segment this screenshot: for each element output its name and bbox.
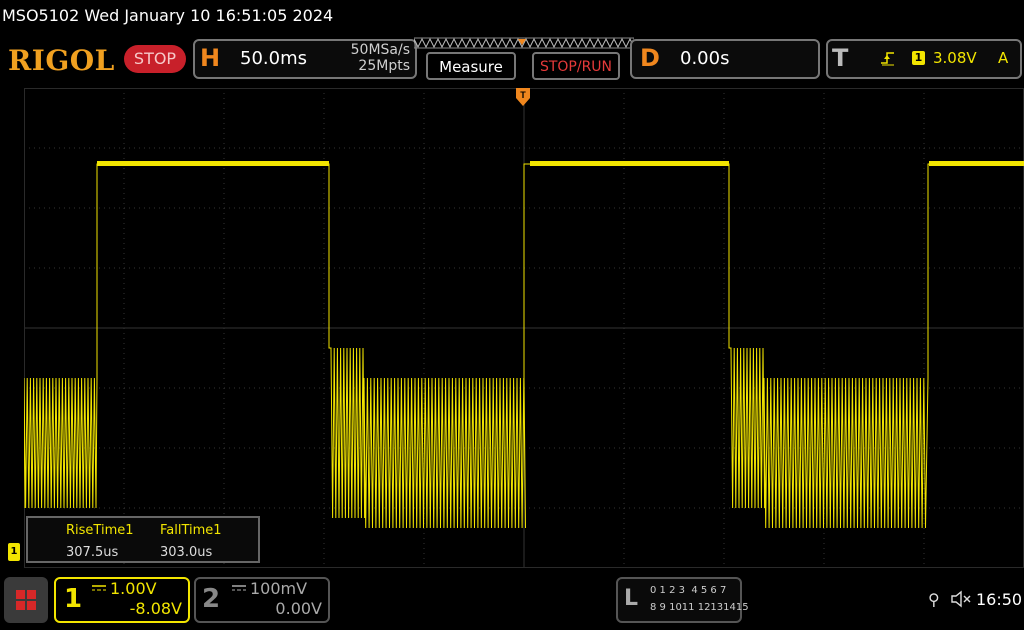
digital-channels-row-2: 8 9 1011 12131415 — [650, 602, 749, 613]
rise-time-label: RiseTime1 — [66, 523, 134, 538]
device-title: MSO5102 Wed January 10 16:51:05 2024 — [2, 6, 334, 25]
rising-edge-icon — [881, 52, 894, 66]
title-bar: MSO5102 Wed January 10 16:51:05 2024 — [0, 0, 1024, 34]
dc-coupling-icon — [92, 585, 106, 591]
trigger-letter: T — [832, 44, 849, 72]
channel-1-high-level — [97, 161, 329, 166]
status-clock: 16:50 — [976, 590, 1023, 609]
digital-channels-row-1: 0 1 2 3 4 5 6 7 — [650, 585, 727, 596]
timebase-value: 50.0ms — [240, 48, 307, 69]
measurement-results — [26, 516, 260, 563]
fall-time-value: 303.0us — [160, 545, 213, 560]
menu-grid-icon — [16, 590, 36, 610]
logic-analyzer-letter: L — [624, 586, 639, 611]
horizontal-letter: H — [200, 44, 221, 72]
channel-2-offset: 0.00V — [275, 599, 322, 618]
trigger-source-badge: 1 — [912, 51, 925, 65]
usb-icon: ⚲ — [928, 590, 940, 609]
stop-run-button[interactable]: STOP/RUN — [532, 52, 620, 80]
svg-text:T: T — [520, 90, 526, 100]
channel-1-number: 1 — [64, 584, 83, 614]
channel-1-high-level — [530, 161, 729, 166]
trigger-position-track — [414, 37, 634, 49]
memory-depth: 25Mpts — [358, 58, 410, 74]
dc-coupling-icon-ch2 — [232, 585, 246, 591]
run-state-badge[interactable]: STOP — [124, 45, 186, 73]
waveform-display[interactable] — [24, 88, 1024, 568]
rigol-logo: RIGOL — [8, 44, 115, 77]
channel-1-ground-marker[interactable]: 1 — [8, 543, 20, 561]
channel-2-scale: 100mV — [250, 579, 308, 598]
trigger-marker-icon[interactable]: T — [515, 88, 531, 110]
channel-1-scale: 1.00V — [110, 579, 157, 598]
speaker-muted-icon[interactable] — [950, 590, 972, 608]
measure-button[interactable]: Measure — [426, 52, 516, 80]
main-menu-button[interactable] — [4, 577, 48, 623]
channel-2-number: 2 — [202, 584, 221, 614]
acquisition-info: 50MSa/s 25Mpts — [300, 42, 410, 74]
trigger-level: 3.08V — [933, 49, 977, 67]
trigger-mode: A — [998, 49, 1009, 67]
rise-time-value: 307.5us — [66, 545, 119, 560]
channel-1-offset: -8.08V — [129, 599, 182, 618]
channel-1-high-level — [929, 161, 1024, 166]
delay-value: 0.00s — [680, 48, 730, 69]
sample-rate: 50MSa/s — [350, 42, 410, 58]
delay-letter: D — [640, 44, 660, 72]
fall-time-label: FallTime1 — [160, 523, 222, 538]
